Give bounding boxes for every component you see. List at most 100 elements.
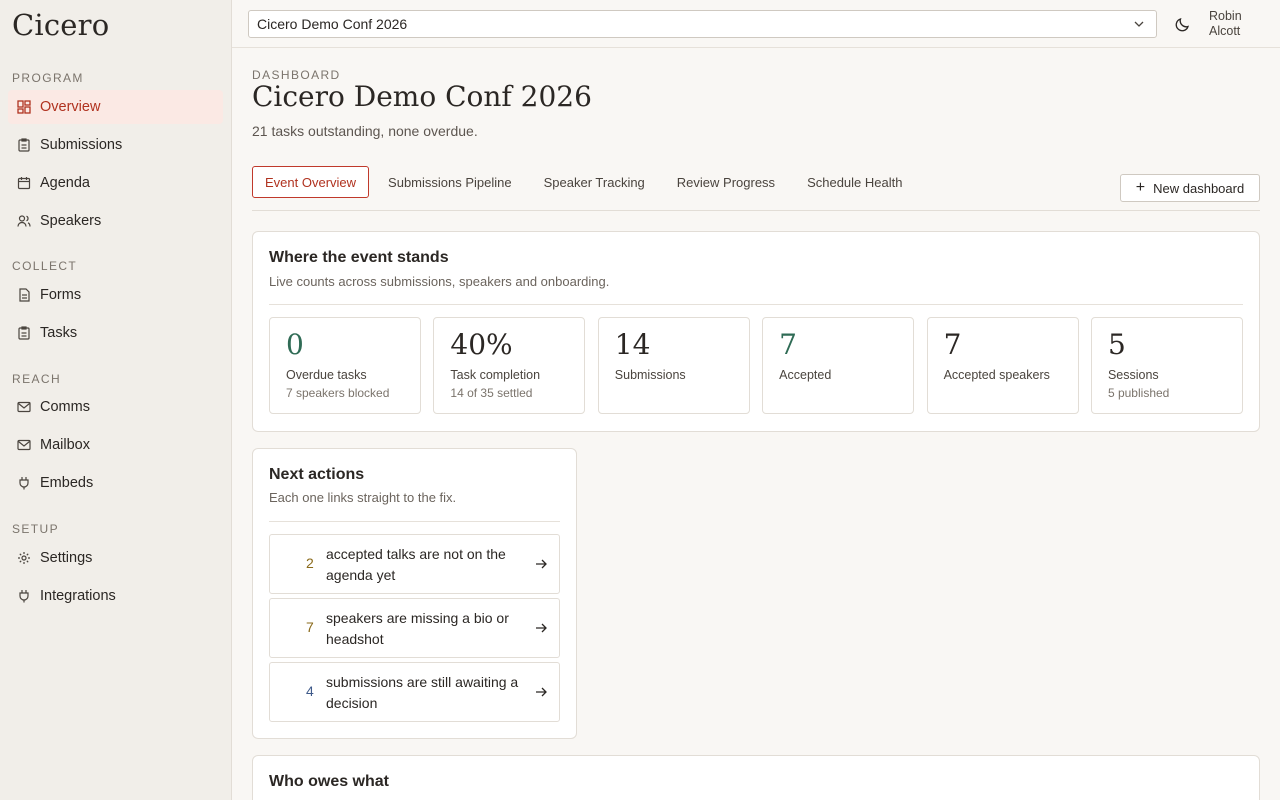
- action-text: speakers are missing a bio or headshot: [326, 610, 509, 647]
- sidebar-item-forms[interactable]: Forms: [8, 278, 223, 312]
- tab-event-overview[interactable]: Event Overview: [252, 166, 370, 198]
- stat-label: Overdue tasks: [286, 368, 367, 382]
- sidebar-item-label: Submissions: [40, 137, 123, 153]
- plug-icon: [17, 589, 31, 603]
- sidebar-item-label: Embeds: [40, 475, 94, 491]
- tab-schedule-health[interactable]: Schedule Health: [794, 166, 915, 198]
- stat-value: 7: [943, 328, 962, 361]
- arrow-right-icon: [536, 623, 547, 633]
- page-title: Cicero Demo Conf 2026: [252, 80, 592, 113]
- action-text: accepted talks are not on the agenda yet: [326, 546, 506, 583]
- stat-value: 40%: [450, 328, 513, 361]
- nav-section-program: PROGRAM: [12, 71, 84, 85]
- tabs-divider: [252, 210, 1260, 211]
- plug-icon: [17, 476, 31, 490]
- sidebar-item-label: Overview: [40, 99, 101, 115]
- gear-icon: [17, 551, 31, 565]
- sidebar-item-label: Forms: [40, 287, 82, 303]
- chevron-down-icon: [1134, 21, 1144, 27]
- tab-submissions-pipeline[interactable]: Submissions Pipeline: [375, 166, 525, 198]
- stat-label: Submissions: [614, 368, 686, 382]
- sidebar-item-label: Speakers: [40, 213, 102, 229]
- stat-accepted[interactable]: 7 Accepted: [762, 317, 915, 414]
- stat-overdue-tasks[interactable]: 0 Overdue tasks 7 speakers blocked: [269, 317, 421, 414]
- sidebar-item-mailbox[interactable]: Mailbox: [8, 428, 223, 462]
- sidebar: Cicero PROGRAM Overview Submissions Agen…: [0, 0, 232, 800]
- user-first-name: Robin: [1209, 9, 1242, 23]
- action-count: 4: [306, 683, 314, 699]
- stats-row: 0 Overdue tasks 7 speakers blocked 40% T…: [269, 317, 1243, 414]
- sidebar-item-comms[interactable]: Comms: [8, 390, 223, 424]
- card-subtitle: Live counts across submissions, speakers…: [269, 274, 610, 289]
- sidebar-item-label: Tasks: [40, 325, 78, 341]
- stat-value: 5: [1107, 328, 1126, 361]
- card-title: Next actions: [269, 466, 365, 483]
- document-icon: [17, 288, 31, 302]
- arrow-right-icon: [536, 559, 547, 569]
- clipboard-icon: [17, 138, 31, 152]
- stat-sub: 14 of 35 settled: [450, 386, 533, 400]
- sidebar-item-tasks[interactable]: Tasks: [8, 316, 223, 350]
- action-item-submissions[interactable]: 4 submissions are still awaiting a decis…: [269, 662, 560, 722]
- nav-section-setup: SETUP: [12, 522, 60, 536]
- arrow-right-icon: [536, 687, 547, 697]
- sidebar-item-submissions[interactable]: Submissions: [8, 128, 223, 162]
- sidebar-item-label: Comms: [40, 399, 90, 415]
- stat-label: Accepted: [779, 368, 832, 382]
- event-status-card: Where the event stands Live counts acros…: [252, 231, 1260, 432]
- card-subtitle: Each one links straight to the fix.: [269, 490, 457, 505]
- action-item-speakers[interactable]: 7 speakers are missing a bio or headshot: [269, 598, 560, 658]
- user-last-name: Alcott: [1209, 24, 1241, 38]
- mail-icon: [17, 400, 31, 414]
- new-dashboard-button[interactable]: + New dashboard: [1120, 174, 1260, 202]
- sidebar-item-embeds[interactable]: Embeds: [8, 466, 223, 500]
- sidebar-item-integrations[interactable]: Integrations: [8, 579, 223, 613]
- sidebar-item-overview[interactable]: Overview: [8, 90, 223, 124]
- stat-task-completion[interactable]: 40% Task completion 14 of 35 settled: [433, 317, 586, 414]
- stat-value: 14: [614, 328, 651, 361]
- card-title: Who owes what: [269, 773, 389, 790]
- topbar: Cicero Demo Conf 2026 Robin Alcott: [232, 0, 1280, 48]
- stat-sub: 5 published: [1107, 386, 1170, 400]
- stat-label: Task completion: [450, 368, 541, 382]
- action-count: 7: [306, 619, 314, 635]
- plus-icon: +: [1135, 179, 1146, 196]
- action-item-agenda[interactable]: 2 accepted talks are not on the agenda y…: [269, 534, 560, 594]
- who-owes-what-card: Who owes what: [252, 755, 1260, 800]
- app-root: Cicero PROGRAM Overview Submissions Agen…: [0, 0, 1280, 800]
- sidebar-item-label: Agenda: [40, 175, 90, 191]
- next-actions-card: Next actions Each one links straight to …: [252, 448, 577, 739]
- main-content: Cicero Demo Conf 2026 Robin Alcott DASHB…: [232, 0, 1280, 800]
- users-icon: [17, 214, 31, 228]
- stat-accepted-speakers[interactable]: 7 Accepted speakers: [926, 317, 1079, 414]
- stat-value: 0: [286, 328, 304, 361]
- stat-submissions[interactable]: 14 Submissions: [597, 317, 750, 414]
- stat-label: Sessions: [1107, 368, 1159, 382]
- mail-icon: [17, 438, 31, 452]
- sidebar-item-speakers[interactable]: Speakers: [8, 204, 223, 238]
- stat-sessions[interactable]: 5 Sessions 5 published: [1090, 317, 1243, 414]
- moon-icon[interactable]: [1175, 16, 1191, 32]
- sidebar-item-settings[interactable]: Settings: [8, 541, 223, 575]
- stat-label: Accepted speakers: [943, 368, 1050, 382]
- tab-review-progress[interactable]: Review Progress: [664, 166, 788, 198]
- tab-speaker-tracking[interactable]: Speaker Tracking: [531, 166, 658, 198]
- event-select[interactable]: Cicero Demo Conf 2026: [248, 10, 1157, 38]
- stat-sub: 7 speakers blocked: [286, 386, 390, 400]
- page-subtitle: 21 tasks outstanding, none overdue.: [252, 123, 478, 139]
- sidebar-item-label: Mailbox: [40, 437, 90, 453]
- stat-value: 7: [779, 328, 797, 361]
- card-divider: [269, 304, 1243, 305]
- nav-section-collect: COLLECT: [12, 259, 78, 273]
- card-title: Where the event stands: [269, 249, 449, 266]
- sidebar-item-agenda[interactable]: Agenda: [8, 166, 223, 200]
- calendar-icon: [17, 176, 31, 190]
- card-divider: [269, 521, 560, 522]
- new-dashboard-label: New dashboard: [1153, 180, 1245, 196]
- brand-logo[interactable]: Cicero: [12, 8, 109, 42]
- action-text: submissions are still awaiting a decisio…: [326, 674, 519, 711]
- clipboard-check-icon: [17, 326, 31, 340]
- sidebar-item-label: Settings: [40, 550, 93, 566]
- action-count: 2: [306, 555, 314, 571]
- user-menu[interactable]: Robin Alcott: [1209, 9, 1269, 39]
